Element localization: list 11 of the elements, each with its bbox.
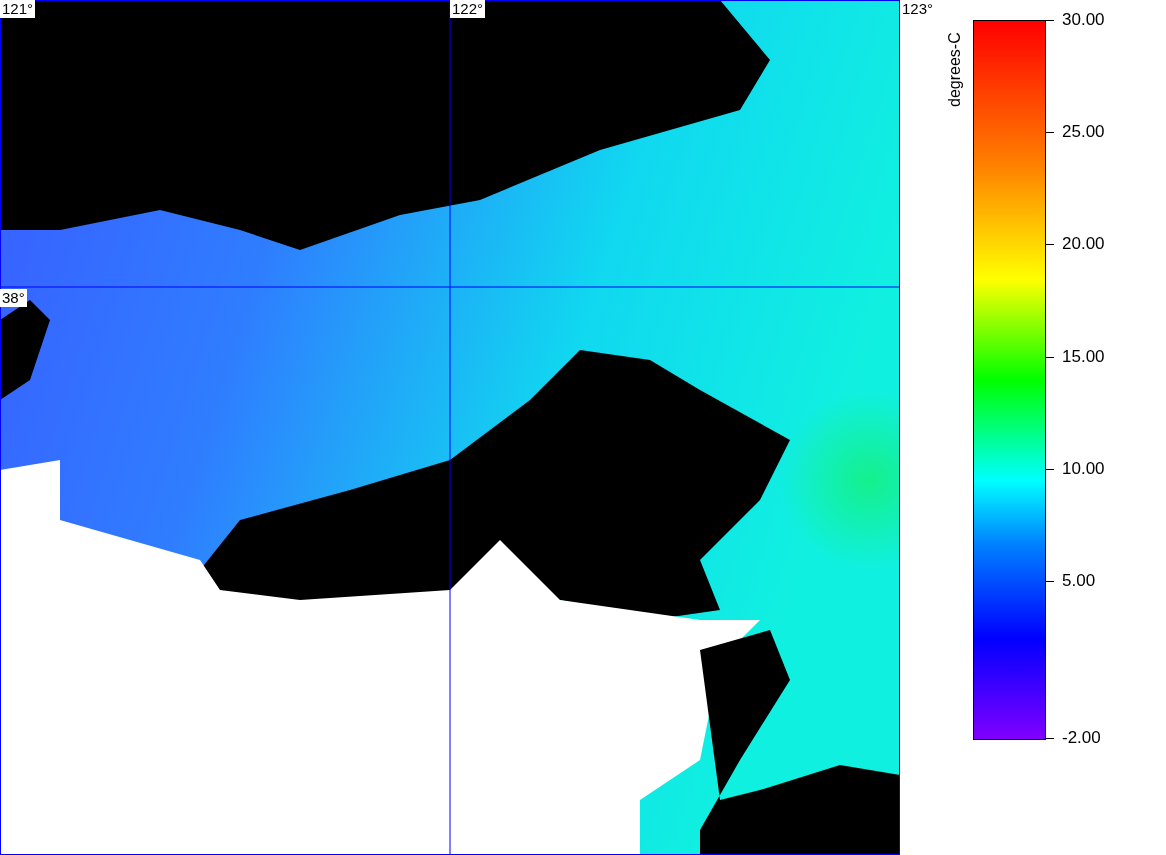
latitude-label: 38° bbox=[0, 289, 27, 307]
colorbar-tick-label: -2.00 bbox=[1046, 728, 1101, 748]
colorbar-tick-label: 30.00 bbox=[1046, 10, 1105, 30]
colorbar-tick-label: 20.00 bbox=[1046, 234, 1105, 255]
colorbar-tick-label: 5.00 bbox=[1046, 570, 1096, 591]
colorbar-tick-label: 15.00 bbox=[1046, 346, 1105, 367]
longitude-label: 121° bbox=[0, 0, 36, 18]
colorbar-title: degrees-C bbox=[945, 31, 964, 110]
colorbar-tick-label: 25.00 bbox=[1046, 122, 1105, 143]
longitude-label: 122° bbox=[450, 0, 486, 18]
colorbar-tick-label: 10.00 bbox=[1046, 458, 1105, 479]
